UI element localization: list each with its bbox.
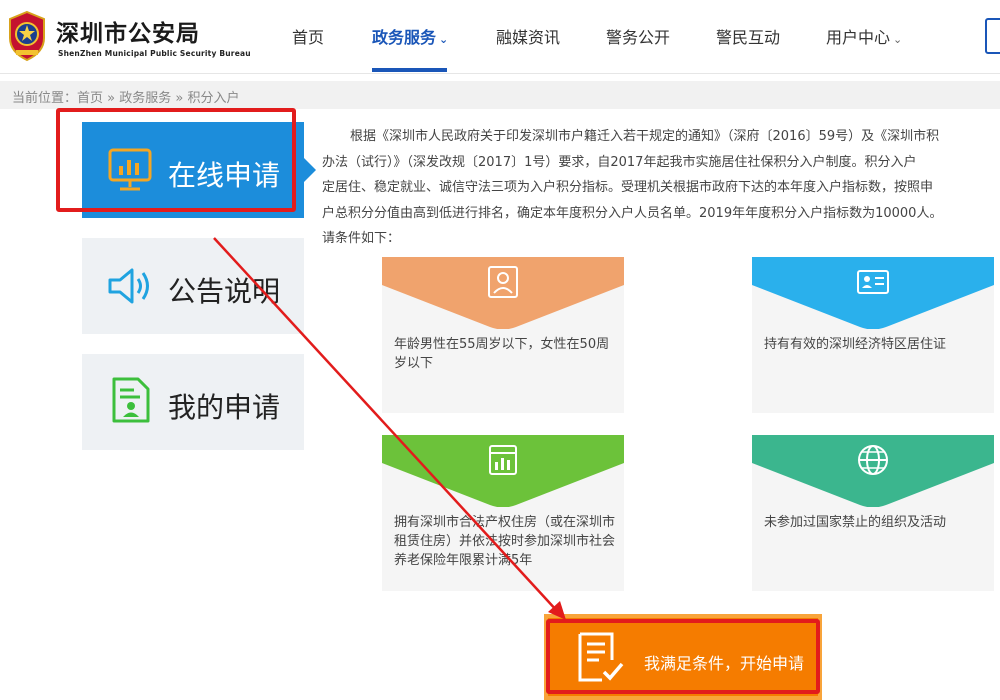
intro-line: 定居住、稳定就业、诚信守法三项为入户积分指标。受理机关根据市政府下达的本年度入户…: [322, 180, 934, 196]
sidebar-item-label: 我的申请: [168, 391, 281, 424]
site-subtitle: ShenZhen Municipal Public Security Burea…: [58, 49, 251, 58]
chevron-down-icon: ⌄: [893, 33, 903, 46]
breadcrumb-points-settlement[interactable]: 积分入户: [187, 91, 239, 106]
user-portrait-icon: [488, 266, 518, 298]
breadcrumb-home[interactable]: 首页: [77, 91, 103, 106]
sidebar-item-my-applications[interactable]: 我的申请: [82, 354, 304, 450]
breadcrumb-separator: »: [171, 91, 188, 106]
nav-item-media-news[interactable]: 融媒资讯: [496, 24, 560, 48]
chevron-down-icon: ⌄: [439, 33, 449, 46]
nav-label: 用户中心: [826, 28, 891, 47]
breadcrumb: 当前位置：首页 » 政务服务 » 积分入户: [0, 81, 1000, 109]
breadcrumb-government-services[interactable]: 政务服务: [119, 91, 171, 106]
nav-item-interaction[interactable]: 警民互动: [716, 24, 780, 48]
intro-paragraph: 根据《深圳市人民政府关于印发深圳市户籍迁入若干规定的通知》（深府〔2016〕59…: [322, 124, 1000, 252]
card-text: 年龄男性在55周岁以下，女性在50周岁以下: [394, 337, 610, 371]
card-text: 未参加过国家禁止的组织及活动: [764, 515, 947, 530]
card-text: 持有有效的深圳经济特区居住证: [764, 337, 947, 352]
annotation-highlight-box: [56, 108, 296, 212]
nav-item-user-center[interactable]: 用户中心 ⌄: [826, 24, 902, 48]
nav-item-government-services[interactable]: 政务服务 ⌄: [372, 24, 448, 48]
page: 深圳市公安局 ShenZhen Municipal Public Securit…: [0, 0, 1000, 700]
card-text: 拥有深圳市合法产权住房（或在深圳市租赁住房）并依法按时参加深圳市社会养老保险年限…: [394, 515, 616, 568]
header-search-button[interactable]: [985, 18, 1000, 54]
condition-card-housing-insurance: 拥有深圳市合法产权住房（或在深圳市租赁住房）并依法按时参加深圳市社会养老保险年限…: [382, 435, 624, 591]
active-pointer: [304, 158, 316, 182]
breadcrumb-separator: »: [103, 91, 120, 106]
breadcrumb-prefix: 当前位置：: [12, 91, 78, 106]
nav-label: 警务公开: [606, 28, 671, 47]
nav-item-police-affairs[interactable]: 警务公开: [606, 24, 670, 48]
nav-label: 融媒资讯: [496, 28, 561, 47]
intro-line: 请条件如下：: [322, 231, 401, 247]
nav-active-indicator: [372, 68, 447, 72]
nav-label: 首页: [292, 28, 325, 47]
condition-card-age: 年龄男性在55周岁以下，女性在50周岁以下: [382, 257, 624, 413]
condition-card-residence-permit: 持有有效的深圳经济特区居住证: [752, 257, 994, 413]
annotation-highlight-box: [546, 619, 820, 694]
sidebar-item-announcement[interactable]: 公告说明: [82, 238, 304, 334]
police-emblem-icon: [9, 10, 45, 62]
nav-item-home[interactable]: 首页: [292, 24, 324, 48]
condition-card-organization: 未参加过国家禁止的组织及活动: [752, 435, 994, 591]
globe-icon: [858, 445, 888, 475]
document-user-icon: [112, 377, 150, 423]
building-icon: [489, 445, 517, 475]
intro-line: 户总积分分值由高到低进行排名，确定本年度积分入户人员名单。2019年年度积分入户…: [322, 205, 943, 221]
sidebar-item-label: 公告说明: [168, 275, 281, 308]
intro-line: 根据《深圳市人民政府关于印发深圳市户籍迁入若干规定的通知》（深府〔2016〕59…: [350, 129, 940, 144]
nav-label: 政务服务: [372, 28, 437, 47]
site-title: 深圳市公安局: [56, 21, 200, 47]
nav-label: 警民互动: [716, 28, 781, 47]
site-header: 深圳市公安局 ShenZhen Municipal Public Securit…: [0, 0, 1000, 74]
speaker-icon: [108, 268, 149, 304]
site-logo[interactable]: 深圳市公安局 ShenZhen Municipal Public Securit…: [4, 8, 264, 66]
id-card-icon: [857, 270, 889, 294]
intro-line: 办法（试行）》（深发改规〔2017〕1号）要求，自2017年起我市实施居住社保积…: [322, 154, 917, 170]
